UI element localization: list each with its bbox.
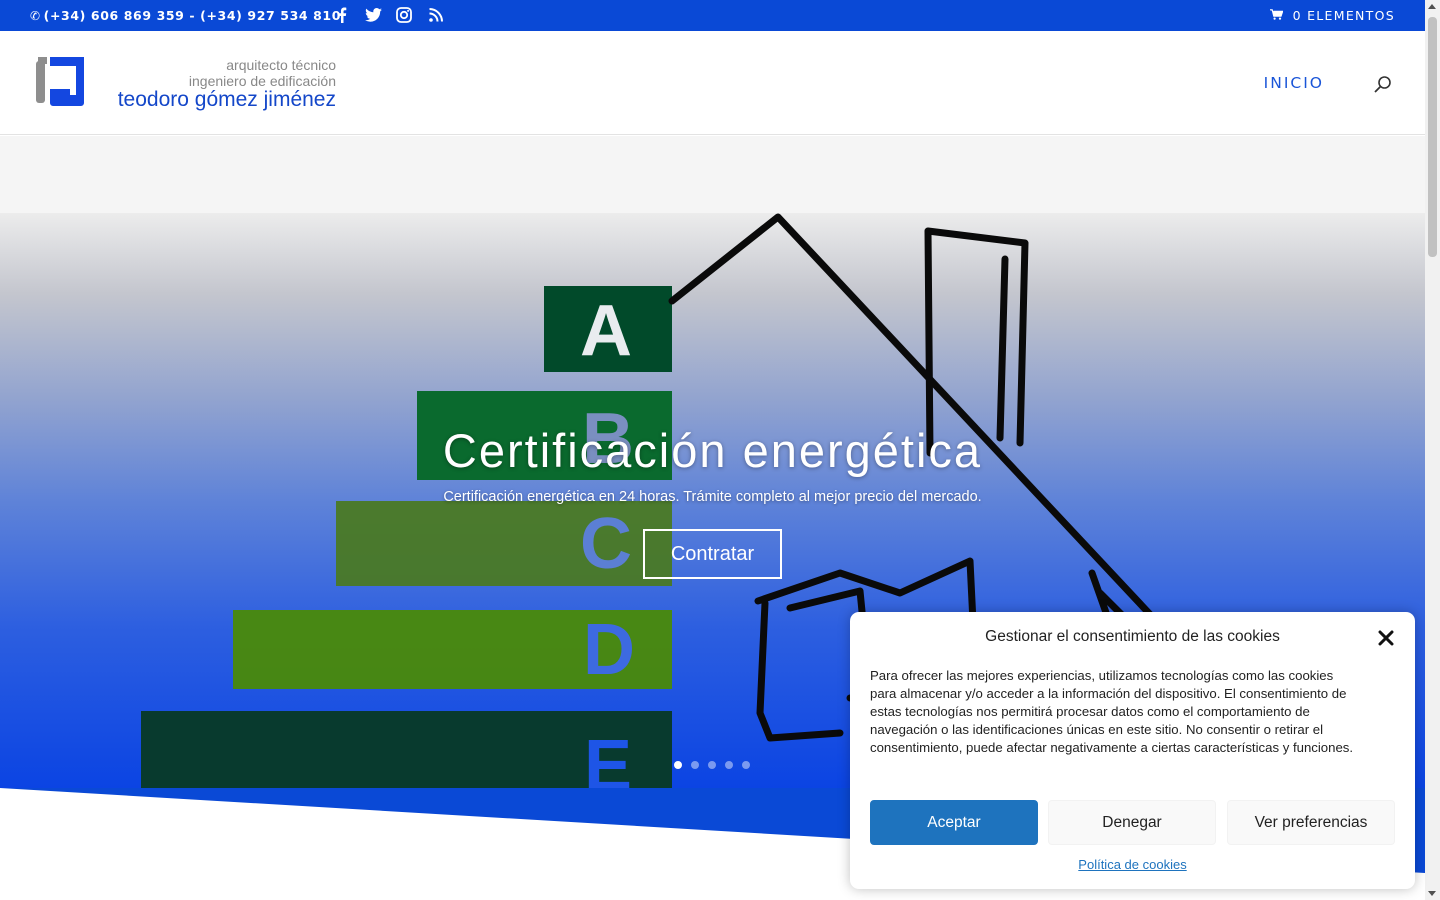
cart-link[interactable]: 0 ELEMENTOS <box>1269 8 1395 23</box>
preferences-button[interactable]: Ver preferencias <box>1227 800 1395 845</box>
slider-dots <box>674 761 750 769</box>
scrollbar-thumb[interactable] <box>1428 17 1437 257</box>
scroll-down-arrow-icon[interactable] <box>1428 891 1436 896</box>
cart-count: 0 ELEMENTOS <box>1292 8 1395 23</box>
nav-item-inicio[interactable]: INICIO <box>1264 74 1324 92</box>
rss-icon[interactable] <box>426 5 446 25</box>
slider-dot[interactable] <box>725 761 733 769</box>
slider-dot[interactable] <box>708 761 716 769</box>
logo-text: arquitecto técnico ingeniero de edificac… <box>118 57 336 111</box>
cookie-title: Gestionar el consentimiento de las cooki… <box>985 628 1280 645</box>
facebook-icon[interactable] <box>332 5 352 25</box>
cookie-consent-dialog: Gestionar el consentimiento de las cooki… <box>850 612 1415 889</box>
slider-dot[interactable] <box>674 761 682 769</box>
site-header: arquitecto técnico ingeniero de edificac… <box>0 31 1425 135</box>
deny-button[interactable]: Denegar <box>1048 800 1216 845</box>
energy-label-d: D <box>583 610 635 690</box>
energy-label-c: C <box>580 504 632 584</box>
logo-line-1: arquitecto técnico <box>226 57 336 73</box>
cart-icon <box>1269 8 1283 23</box>
search-icon[interactable] <box>1373 75 1393 95</box>
cookie-policy-link[interactable]: Política de cookies <box>850 857 1415 872</box>
twitter-icon[interactable] <box>363 5 383 25</box>
phone-icon: ✆ <box>30 9 41 23</box>
accept-button[interactable]: Aceptar <box>870 800 1038 845</box>
contratar-button[interactable]: Contratar <box>643 529 782 579</box>
slider-dot[interactable] <box>742 761 750 769</box>
logo-line-3: teodoro gómez jiménez <box>117 88 336 111</box>
top-bar: ✆ (+34) 606 869 359 - (+34) 927 534 810 0… <box>0 0 1425 31</box>
logo-line-2: ingeniero de edificación <box>188 73 336 89</box>
gray-strip <box>0 136 1425 213</box>
cookie-message: Para ofrecer las mejores experiencias, u… <box>870 668 1354 755</box>
phone-numbers[interactable]: ✆ (+34) 606 869 359 - (+34) 927 534 810 <box>30 8 341 23</box>
energy-label-e: E <box>584 726 632 788</box>
hero-title: Certificación energética <box>442 424 983 477</box>
page-scrollbar[interactable] <box>1425 0 1440 900</box>
site-logo[interactable]: arquitecto técnico ingeniero de edificac… <box>36 57 336 112</box>
logo-mark-icon <box>36 57 84 106</box>
instagram-icon[interactable] <box>394 5 414 25</box>
hero-subtitle: Certificación energética en 24 horas. Tr… <box>443 489 982 505</box>
energy-label-a: A <box>580 291 632 371</box>
slider-dot[interactable] <box>691 761 699 769</box>
close-icon[interactable] <box>1376 628 1396 648</box>
scroll-up-arrow-icon[interactable] <box>1428 4 1436 9</box>
phone-text: (+34) 606 869 359 - (+34) 927 534 810 <box>43 8 342 23</box>
